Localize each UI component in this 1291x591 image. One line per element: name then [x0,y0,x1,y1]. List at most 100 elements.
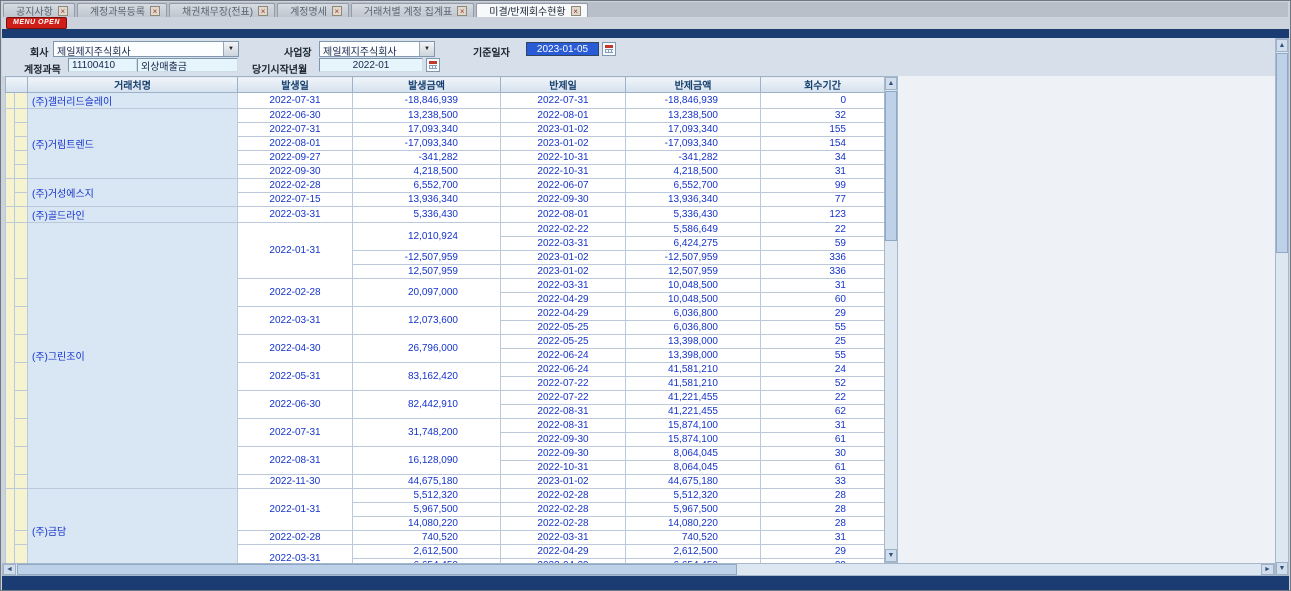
tab-0[interactable]: 공지사항× [3,3,75,17]
cell-occur-amount[interactable]: 2,612,500 [353,545,501,559]
cell-repay-date[interactable]: 2022-06-24 [501,363,626,377]
scroll-right-icon[interactable]: ► [1261,564,1274,575]
row-selector-cell[interactable] [6,223,15,489]
cell-repay-date[interactable]: 2022-08-31 [501,405,626,419]
cell-collection-days[interactable]: 24 [761,363,885,377]
cell-occur-date[interactable]: 2022-08-31 [238,447,353,475]
cell-repay-date[interactable]: 2023-01-02 [501,251,626,265]
account-code-input[interactable]: 11100410 [68,58,137,72]
cell-collection-days[interactable]: 155 [761,123,885,137]
cell-occur-amount[interactable]: 16,128,090 [353,447,501,475]
cell-collection-days[interactable]: 31 [761,279,885,293]
tab-close-icon[interactable]: × [457,6,467,16]
row-selector-cell[interactable] [15,447,28,475]
cell-collection-days[interactable]: 28 [761,503,885,517]
row-selector-cell[interactable] [15,123,28,137]
cell-collection-days[interactable]: 29 [761,545,885,559]
cell-repay-amount[interactable]: 6,036,800 [626,307,761,321]
cell-repay-date[interactable]: 2022-07-22 [501,391,626,405]
row-selector-cell[interactable] [15,419,28,447]
cell-repay-date[interactable]: 2022-06-24 [501,349,626,363]
cell-customer-name[interactable]: (주)갤러리드슬레이 [28,93,238,109]
period-start-input[interactable]: 2022-01 [319,58,423,72]
cell-occur-date[interactable]: 2022-06-30 [238,391,353,419]
cell-collection-days[interactable]: 336 [761,265,885,279]
cell-repay-date[interactable]: 2022-03-31 [501,531,626,545]
cell-collection-days[interactable]: 31 [761,531,885,545]
cell-occur-amount[interactable]: 14,080,220 [353,517,501,531]
row-selector-cell[interactable] [15,545,28,564]
row-selector-cell[interactable] [6,179,15,207]
row-selector-cell[interactable] [15,335,28,363]
cell-collection-days[interactable]: 59 [761,237,885,251]
tab-5[interactable]: 미결/반제회수현황× [476,3,587,17]
cell-repay-amount[interactable]: 5,336,430 [626,207,761,223]
cell-repay-date[interactable]: 2022-02-28 [501,503,626,517]
cell-occur-date[interactable]: 2022-11-30 [238,475,353,489]
row-selector-cell[interactable] [15,279,28,307]
row-selector-cell[interactable] [15,165,28,179]
cell-repay-date[interactable]: 2022-03-31 [501,279,626,293]
row-selector-cell[interactable] [15,307,28,335]
tab-1[interactable]: 계정과목등록× [77,3,167,17]
cell-occur-date[interactable]: 2022-01-31 [238,223,353,279]
cell-occur-amount[interactable]: 44,675,180 [353,475,501,489]
cell-collection-days[interactable]: 154 [761,137,885,151]
cell-collection-days[interactable]: 32 [761,109,885,123]
cell-occur-amount[interactable]: 13,936,340 [353,193,501,207]
cell-collection-days[interactable]: 55 [761,349,885,363]
cell-occur-date[interactable]: 2022-03-31 [238,207,353,223]
cell-repay-amount[interactable]: 5,512,320 [626,489,761,503]
cell-occur-amount[interactable]: 31,748,200 [353,419,501,447]
calendar-icon[interactable] [426,58,440,72]
table-vertical-scrollbar[interactable]: ▲ ▼ [884,76,898,563]
cell-collection-days[interactable]: 30 [761,447,885,461]
cell-occur-amount[interactable]: 4,218,500 [353,165,501,179]
cell-repay-amount[interactable]: 8,064,045 [626,447,761,461]
cell-repay-date[interactable]: 2022-09-30 [501,447,626,461]
cell-occur-amount[interactable]: -341,282 [353,151,501,165]
scroll-down-icon[interactable]: ▼ [1276,562,1288,575]
scrollbar-thumb[interactable] [17,564,737,575]
row-selector-cell[interactable] [15,223,28,279]
page-vertical-scrollbar[interactable]: ▲ ▼ [1275,38,1289,576]
cell-repay-amount[interactable]: 5,586,649 [626,223,761,237]
cell-collection-days[interactable]: 22 [761,391,885,405]
cell-repay-date[interactable]: 2022-04-29 [501,293,626,307]
cell-occur-amount[interactable]: 12,010,924 [353,223,501,251]
cell-occur-date[interactable]: 2022-03-31 [238,307,353,335]
cell-collection-days[interactable]: 28 [761,489,885,503]
cell-repay-date[interactable]: 2022-02-28 [501,517,626,531]
cell-repay-date[interactable]: 2023-01-02 [501,137,626,151]
cell-repay-date[interactable]: 2022-04-29 [501,307,626,321]
row-selector-cell[interactable] [15,531,28,545]
cell-collection-days[interactable]: 25 [761,335,885,349]
cell-repay-amount[interactable]: -18,846,939 [626,93,761,109]
cell-repay-date[interactable]: 2022-10-31 [501,461,626,475]
cell-occur-amount[interactable]: 20,097,000 [353,279,501,307]
row-selector-cell[interactable] [15,137,28,151]
cell-repay-amount[interactable]: 44,675,180 [626,475,761,489]
cell-repay-date[interactable]: 2022-03-31 [501,237,626,251]
cell-repay-amount[interactable]: 10,048,500 [626,279,761,293]
cell-repay-date[interactable]: 2022-09-30 [501,193,626,207]
cell-repay-amount[interactable]: 6,424,275 [626,237,761,251]
cell-repay-amount[interactable]: -17,093,340 [626,137,761,151]
cell-occur-amount[interactable]: 5,336,430 [353,207,501,223]
cell-customer-name[interactable]: (주)거림트렌드 [28,109,238,179]
cell-collection-days[interactable]: 61 [761,433,885,447]
cell-occur-amount[interactable]: 6,552,700 [353,179,501,193]
cell-repay-amount[interactable]: 41,581,210 [626,377,761,391]
scrollbar-thumb[interactable] [1276,53,1288,253]
tab-close-icon[interactable]: × [571,6,581,16]
cell-occur-date[interactable]: 2022-06-30 [238,109,353,123]
cell-occur-amount[interactable]: 12,073,600 [353,307,501,335]
calendar-icon[interactable] [602,42,616,56]
row-selector-cell[interactable] [15,489,28,531]
cell-repay-date[interactable]: 2022-10-31 [501,165,626,179]
cell-collection-days[interactable]: 31 [761,165,885,179]
tab-2[interactable]: 채권채무장(전표)× [169,3,275,17]
cell-customer-name[interactable]: (주)그린조이 [28,223,238,489]
cell-occur-date[interactable]: 2022-07-31 [238,93,353,109]
cell-repay-amount[interactable]: 4,218,500 [626,165,761,179]
